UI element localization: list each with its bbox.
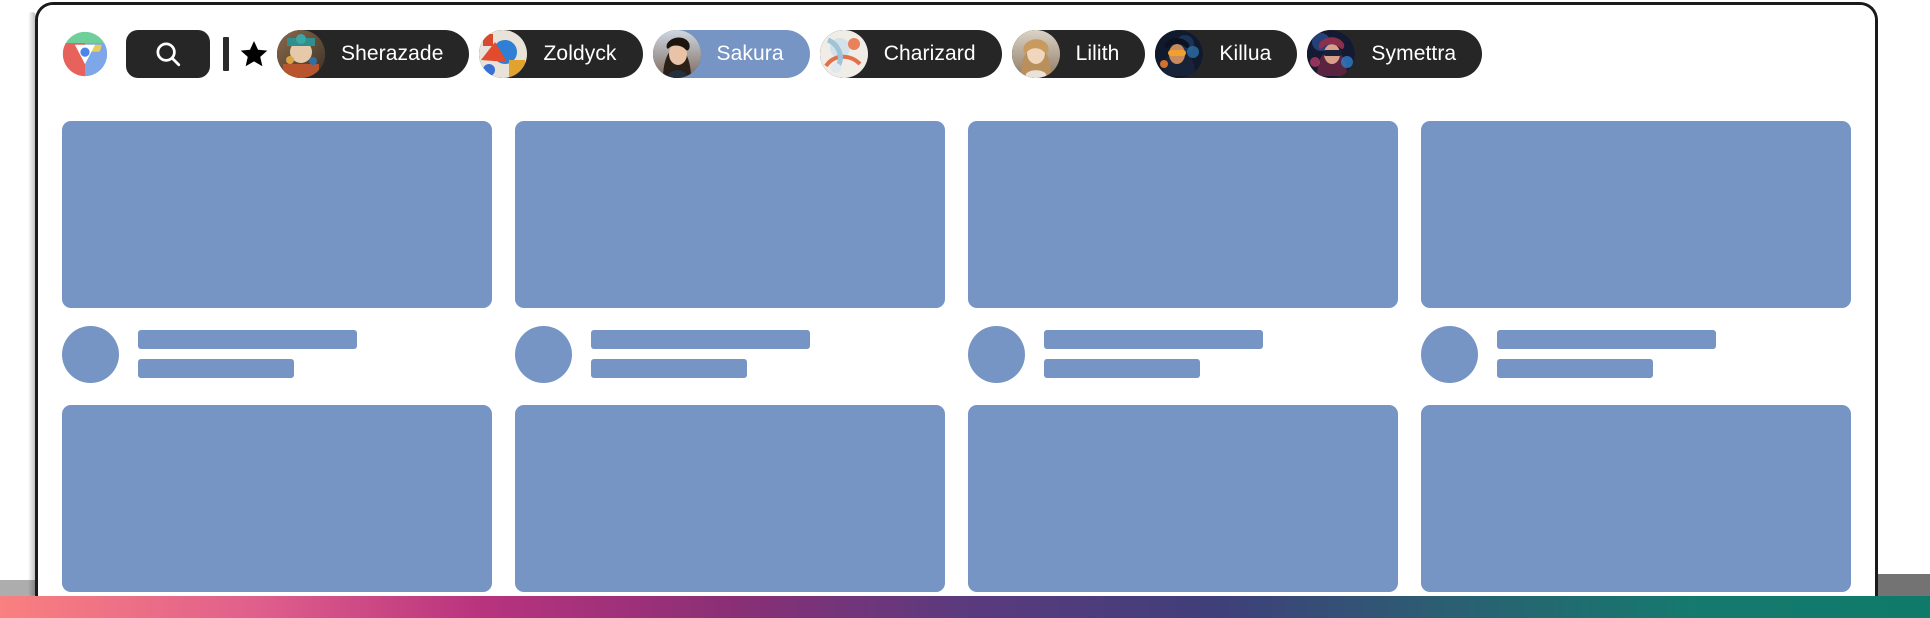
skeleton-line-title [1497,330,1717,349]
skeleton-line-subtitle [591,359,747,378]
skeleton-thumbnail [62,405,492,592]
skeleton-card[interactable] [62,405,492,598]
profile-chip-label: Killua [1219,41,1272,65]
skeleton-line-title [591,330,811,349]
profile-chip-lilith[interactable]: Lilith [1011,29,1146,78]
killua-avatar [1155,29,1204,78]
skeleton-card[interactable] [968,121,1398,383]
skeleton-text-lines [1497,326,1851,378]
top-navigation-bar: Sherazade Zoldyck Sakura Charizard Lilith Kil… [38,5,1875,102]
profile-chip-killua[interactable]: Killua [1155,29,1298,78]
skeleton-card[interactable] [515,121,945,383]
loading-skeleton-grid [38,102,1875,598]
skeleton-avatar [515,326,572,383]
symettra-avatar [1307,29,1356,78]
search-button[interactable] [126,29,210,78]
star-icon[interactable] [238,38,270,70]
sakura-avatar [652,29,701,78]
profile-chip-label: Sakura [716,41,784,65]
profile-chip-list: Sherazade Zoldyck Sakura Charizard Lilith Kil… [277,29,1853,78]
skeleton-thumbnail [62,121,492,308]
nav-divider [223,36,229,71]
profile-chip-sakura[interactable]: Sakura [652,29,810,78]
skeleton-card[interactable] [515,405,945,598]
search-icon [156,42,181,66]
chrome-logo-icon[interactable] [62,31,108,77]
skeleton-text-lines [1044,326,1398,378]
lilith-avatar [1011,29,1060,78]
profile-chip-symettra[interactable]: Symettra [1307,29,1483,78]
profile-chip-label: Zoldyck [543,41,617,65]
skeleton-card[interactable] [968,405,1398,598]
skeleton-line-subtitle [138,359,294,378]
skeleton-card[interactable] [62,121,492,383]
skeleton-avatar [1421,326,1478,383]
skeleton-meta [968,326,1398,383]
bottom-gradient-bar [0,596,1930,618]
sherazade-avatar [277,29,325,78]
skeleton-avatar [62,326,119,383]
skeleton-meta [515,326,945,383]
profile-chip-label: Lilith [1075,41,1120,65]
skeleton-card[interactable] [1421,121,1851,383]
skeleton-card[interactable] [1421,405,1851,598]
skeleton-meta [62,326,492,383]
profile-chip-label: Charizard [883,41,976,65]
skeleton-meta [1421,326,1851,383]
skeleton-avatar [968,326,1025,383]
skeleton-thumbnail [515,405,945,592]
profile-chip-label: Sherazade [341,41,444,65]
profile-chip-label: Symettra [1371,41,1457,65]
browser-window: Sherazade Zoldyck Sakura Charizard Lilith Kil… [35,2,1878,598]
skeleton-line-subtitle [1497,359,1653,378]
charizard-avatar [819,29,868,78]
skeleton-thumbnail [1421,121,1851,308]
skeleton-thumbnail [968,121,1398,308]
profile-chip-charizard[interactable]: Charizard [819,29,1002,78]
skeleton-thumbnail [515,121,945,308]
skeleton-line-title [1044,330,1264,349]
window-shadow-right [1874,574,1930,596]
skeleton-text-lines [138,326,492,378]
skeleton-thumbnail [968,405,1398,592]
profile-chip-zoldyck[interactable]: Zoldyck [479,29,643,78]
zoldyck-avatar [479,29,528,78]
skeleton-line-subtitle [1044,359,1200,378]
skeleton-thumbnail [1421,405,1851,592]
profile-chip-sherazade[interactable]: Sherazade [277,29,470,78]
skeleton-line-title [138,330,358,349]
skeleton-text-lines [591,326,945,378]
